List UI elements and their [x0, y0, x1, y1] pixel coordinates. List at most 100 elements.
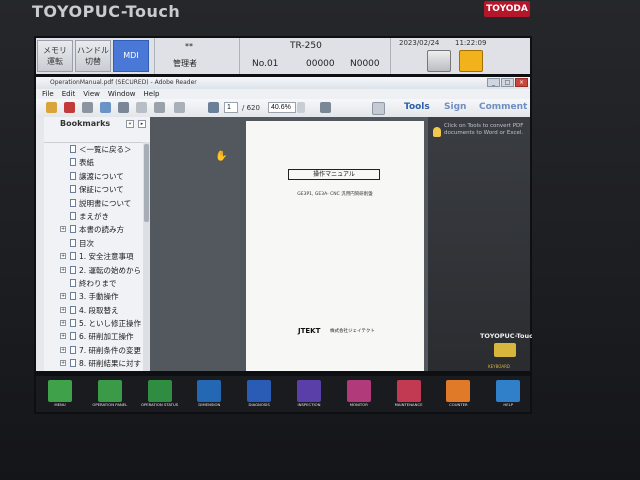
user-cell: ** 管理者 [154, 38, 239, 74]
bookmark-label: 保証について [79, 185, 124, 195]
time-display: 11:22:09 [455, 39, 487, 47]
menu-help[interactable]: Help [144, 89, 160, 99]
menu-window[interactable]: Window [108, 89, 136, 99]
menu-edit[interactable]: Edit [62, 89, 76, 99]
sign-link[interactable]: Sign [444, 102, 466, 112]
function-key-bar: MENU OPERATION PANEL OPERATION STATUS DIMEN… [36, 376, 530, 412]
hand-tool-icon[interactable] [372, 102, 385, 115]
n-number: N0000 [350, 59, 380, 69]
tools-link[interactable]: Tools [404, 102, 430, 112]
fkey-menu-button[interactable] [48, 380, 72, 402]
bookmark-item[interactable]: 説明書について [44, 197, 150, 210]
bookmark-item[interactable]: +6. 研削加工操作 [44, 330, 150, 343]
expand-icon[interactable]: + [60, 293, 66, 300]
mode-handle-button[interactable]: ハンドル 切替 [75, 40, 111, 72]
fkey-operation-status-button[interactable] [147, 380, 172, 402]
bookmarks-toolbar[interactable] [44, 131, 150, 143]
expand-icon[interactable]: + [60, 333, 66, 340]
fkey-monitor-button[interactable] [346, 380, 371, 402]
expand-icon[interactable]: + [60, 226, 66, 233]
print-icon[interactable] [82, 102, 93, 113]
expand-icon[interactable]: + [60, 266, 66, 273]
bookmark-label: 5. といし修正操作 [79, 319, 142, 329]
fkey-maintenance-button[interactable] [396, 380, 421, 402]
bookmark-item[interactable]: +5. といし修正操作 [44, 317, 150, 330]
expand-icon[interactable]: + [60, 346, 66, 353]
maximize-button[interactable]: □ [501, 78, 514, 87]
print-page-icon[interactable] [154, 102, 165, 113]
document-view[interactable]: ✋ 操作マニュアル GE3P1, GE3A- CNC 汎用円筒研削盤 JTEKT… [150, 117, 428, 371]
touch-keyboard-widget[interactable]: TOYOPUC-Touc KEYBOARD [480, 332, 532, 372]
collapse-panel-icon[interactable]: « [126, 120, 134, 128]
bookmark-label: 表紙 [79, 158, 94, 168]
user-level: 管理者 [173, 59, 197, 68]
expand-icon[interactable]: + [60, 253, 66, 260]
mail-icon[interactable] [136, 102, 147, 113]
bookmark-label: 6. 研削加工操作 [79, 332, 134, 342]
minimize-button[interactable]: _ [487, 78, 500, 87]
expand-icon[interactable]: + [60, 306, 66, 313]
page-up-icon[interactable] [208, 102, 219, 113]
bookmarks-scrollbar[interactable] [143, 142, 150, 371]
touch-title: TOYOPUC-Touc [480, 332, 532, 340]
expand-icon[interactable]: + [60, 320, 66, 327]
panel-options-icon[interactable]: ▸ [138, 120, 146, 128]
menu-view[interactable]: View [83, 89, 100, 99]
bookmark-item[interactable]: + 本書の読み方 [44, 223, 150, 236]
bookmarks-header: Bookmarks « ▸ [44, 117, 150, 131]
bookmark-label: 目次 [79, 238, 94, 248]
bookmark-label: 4. 段取替え [79, 305, 119, 315]
bookmark-label: 8. 研削結果に対す [79, 359, 142, 369]
page-number-input[interactable] [224, 102, 238, 113]
bookmark-page-icon [70, 171, 76, 180]
create-icon[interactable] [64, 102, 75, 113]
fkey-operation-panel-button[interactable] [97, 380, 122, 402]
bookmarks-title: Bookmarks [60, 119, 111, 128]
bookmark-item[interactable]: 譲渡について [44, 170, 150, 183]
bookmark-item[interactable]: 保証について [44, 183, 150, 196]
alarm-bell-icon[interactable] [459, 50, 483, 72]
bookmark-page-icon [70, 158, 76, 167]
fkey-counter-button[interactable] [446, 380, 471, 402]
bookmark-item[interactable]: 終わりまで [44, 277, 150, 290]
bookmark-item[interactable]: +8. 研削結果に対す [44, 357, 150, 370]
scan-icon[interactable] [174, 102, 185, 113]
bookmark-item[interactable]: +4. 段取替え [44, 304, 150, 317]
bookmark-item[interactable]: 表紙 [44, 156, 150, 169]
close-button[interactable]: × [515, 78, 528, 87]
fkey-inspection-button[interactable] [297, 380, 321, 402]
bookmark-page-icon [70, 225, 76, 234]
expand-icon[interactable]: + [60, 360, 66, 367]
help-icon[interactable] [427, 50, 451, 72]
keyboard-icon[interactable] [494, 343, 516, 357]
cloud-icon[interactable] [100, 102, 111, 113]
page-total: / 620 [242, 104, 260, 112]
open-icon[interactable] [46, 102, 57, 113]
fit-page-icon[interactable] [320, 102, 331, 113]
bookmark-item[interactable]: +3. 手動操作 [44, 290, 150, 303]
menu-file[interactable]: File [42, 89, 54, 99]
bookmark-item[interactable]: +7. 研削条件の変更 [44, 344, 150, 357]
bookmark-label: 本書の読み方 [79, 225, 124, 235]
bookmark-page-icon [70, 305, 76, 314]
save-icon[interactable] [118, 102, 129, 113]
bookmark-page-icon [70, 238, 76, 247]
mode-mdi-button[interactable]: MDI [113, 40, 149, 72]
zoom-dropdown-icon[interactable] [297, 102, 305, 113]
hmi-screen: メモリ 運転 ハンドル 切替 MDI ** 管理者 TR-250 No.01 0… [34, 36, 532, 414]
fkey-diagnosis-button[interactable] [247, 380, 272, 402]
datetime-cell: 2023/02/24 11:22:09 [390, 38, 493, 74]
pdf-page[interactable]: 操作マニュアル GE3P1, GE3A- CNC 汎用円筒研削盤 JTEKT 株… [246, 121, 424, 371]
comment-link[interactable]: Comment [479, 102, 527, 112]
bookmark-item[interactable]: ＜一覧に戻る＞ [44, 143, 150, 156]
zoom-input[interactable] [268, 102, 296, 113]
fkey-help-button[interactable] [496, 380, 521, 402]
mode-memory-button[interactable]: メモリ 運転 [37, 40, 73, 72]
bookmark-item[interactable]: まえがき [44, 210, 150, 223]
bookmark-item[interactable]: +1. 安全注意事項 [44, 250, 150, 263]
bookmark-item[interactable]: +2. 運転の始めから [44, 264, 150, 277]
scroll-thumb[interactable] [144, 144, 149, 222]
company-name: 株式会社ジェイテクト [330, 329, 375, 334]
fkey-dimension-button[interactable] [197, 380, 222, 402]
bookmark-item[interactable]: 目次 [44, 237, 150, 250]
